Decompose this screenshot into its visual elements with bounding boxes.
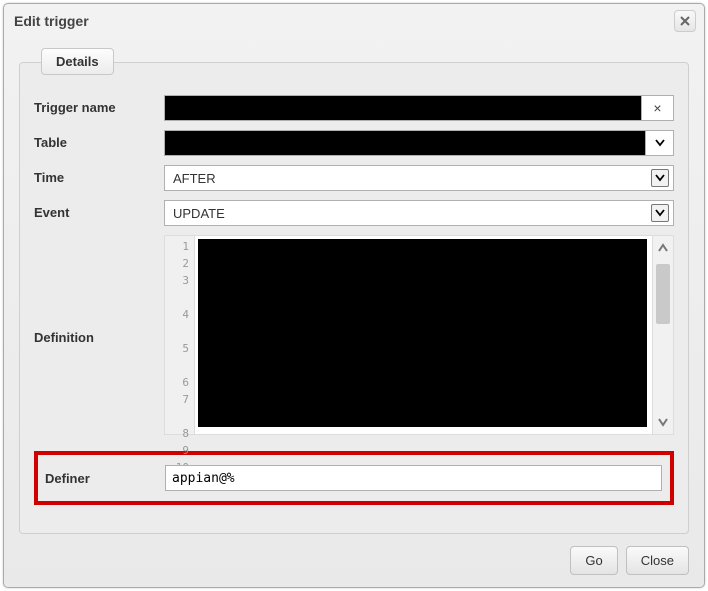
dialog-content: Details Trigger name × Table (4, 42, 704, 536)
edit-trigger-dialog: Edit trigger Details Trigger name × (3, 3, 705, 588)
chevron-up-icon (657, 243, 669, 253)
dialog-close-button[interactable] (674, 10, 696, 32)
scroll-down-button[interactable] (653, 410, 673, 434)
tab-details[interactable]: Details (41, 48, 114, 75)
row-definer-highlighted: Definer (34, 451, 674, 505)
go-button[interactable]: Go (570, 546, 617, 575)
time-dropdown-button[interactable] (651, 169, 669, 187)
close-button[interactable]: Close (626, 546, 689, 575)
chevron-down-icon (657, 417, 669, 427)
label-trigger-name: Trigger name (34, 95, 164, 115)
label-table: Table (34, 130, 164, 150)
chevron-down-icon (655, 174, 665, 182)
dialog-button-bar: Go Close (4, 536, 704, 587)
event-dropdown-button[interactable] (651, 204, 669, 222)
row-definition: Definition 1 2 3 4 5 6 7 8 9 10 11 (34, 235, 674, 435)
time-select-value: AFTER (173, 171, 216, 186)
row-trigger-name: Trigger name × (34, 95, 674, 121)
label-definition: Definition (34, 325, 164, 345)
table-dropdown-button[interactable] (646, 130, 674, 156)
definition-redacted-content (198, 239, 647, 427)
row-table: Table (34, 130, 674, 156)
event-select-value: UPDATE (173, 206, 225, 221)
definition-editor[interactable] (194, 235, 652, 435)
chevron-down-icon (655, 139, 665, 147)
trigger-name-clear-button[interactable]: × (642, 95, 674, 121)
label-time: Time (34, 165, 164, 185)
row-time: Time AFTER (34, 165, 674, 191)
label-definer: Definer (45, 471, 165, 486)
time-select[interactable]: AFTER (164, 165, 674, 191)
code-gutter: 1 2 3 4 5 6 7 8 9 10 11 (164, 235, 194, 435)
details-panel: Trigger name × Table (19, 62, 689, 534)
dialog-title: Edit trigger (14, 13, 89, 29)
scroll-thumb[interactable] (656, 264, 670, 324)
dialog-titlebar: Edit trigger (4, 4, 704, 42)
definition-scrollbar[interactable] (652, 235, 674, 435)
scroll-up-button[interactable] (653, 236, 673, 260)
trigger-name-input[interactable] (164, 95, 642, 121)
close-icon (680, 16, 690, 26)
chevron-down-icon (655, 209, 665, 217)
clear-icon: × (653, 100, 661, 116)
label-event: Event (34, 200, 164, 220)
event-select[interactable]: UPDATE (164, 200, 674, 226)
table-select[interactable] (164, 130, 646, 156)
definer-input[interactable] (165, 465, 662, 491)
row-event: Event UPDATE (34, 200, 674, 226)
